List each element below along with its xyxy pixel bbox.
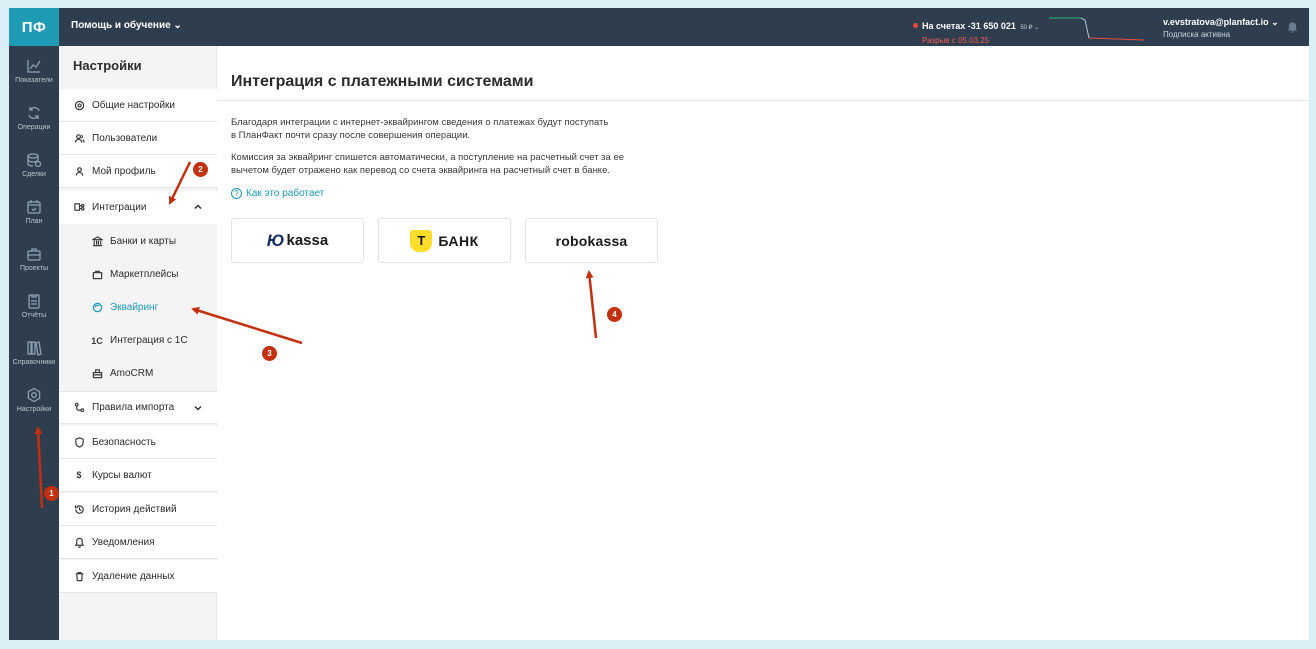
dollar-icon: $: [76, 470, 82, 480]
bell-icon: [74, 537, 84, 548]
intro-paragraph: Благодаря интеграции с интернет-эквайрин…: [231, 117, 609, 141]
bank-icon: [91, 236, 103, 247]
left-rail: ПФ Показатели Операции Сделки План Проек…: [9, 8, 59, 640]
bell-icon[interactable]: [1286, 21, 1299, 34]
app-window: ПФ Показатели Операции Сделки План Проек…: [9, 8, 1309, 640]
gear-icon: [27, 387, 41, 403]
page-title: Интеграция с платежными системами: [231, 73, 534, 90]
annotation-badge-3: 3: [262, 346, 277, 361]
chevron-up-icon[interactable]: [193, 202, 203, 212]
balance-gap: Разрыв с 05.03.25: [922, 36, 990, 45]
tbank-logo-icon: Т: [410, 229, 433, 252]
trash-icon: [75, 571, 83, 581]
nav-item-general[interactable]: Общие настройки: [59, 89, 217, 122]
how-it-works-link[interactable]: ? Как это работает: [231, 188, 324, 199]
rail-item-references[interactable]: Справочники: [9, 336, 59, 380]
users-icon: [74, 133, 85, 143]
annotation-badge-1: 1: [44, 486, 59, 501]
balance-cents: 50 ₽ ⌄: [1020, 25, 1040, 31]
nav-subitem-1c[interactable]: 1С Интеграция с 1С: [59, 324, 217, 357]
nav-item-security[interactable]: Безопасность: [59, 426, 217, 459]
nav-item-import-rules[interactable]: Правила импорта: [59, 391, 217, 424]
coins-icon: [27, 153, 42, 168]
yookassa-logo-icon: Ю: [266, 230, 285, 250]
provider-name: robokassa: [555, 232, 628, 249]
rail-item-operations[interactable]: Операции: [9, 101, 59, 145]
rules-icon: [74, 402, 84, 413]
balance-widget[interactable]: На счетах -31 650 021 50 ₽ ⌄ Разрыв с 05…: [913, 16, 1039, 45]
bag-icon: [92, 270, 102, 280]
provider-name: БАНК: [438, 232, 479, 249]
balance-sparkline: [1049, 17, 1144, 41]
commission-paragraph: Комиссия за эквайринг спишется автоматич…: [231, 152, 625, 176]
nav-item-users[interactable]: Пользователи: [59, 122, 217, 155]
provider-card-robokassa[interactable]: robokassa: [525, 218, 658, 263]
gear-icon: [74, 100, 84, 110]
divider: [217, 100, 1309, 101]
provider-name: kassa: [286, 232, 329, 249]
negative-dot-icon: [913, 23, 918, 28]
calendar-icon: [27, 200, 41, 214]
nav-subitem-acquiring[interactable]: Эквайринг: [59, 291, 217, 324]
amocrm-icon: [92, 369, 102, 379]
subscription-status: Подписка активна: [1163, 30, 1231, 39]
annotation-badge-4: 4: [607, 307, 622, 322]
1c-icon: 1С: [91, 335, 103, 346]
user-email: v.evstratova@planfact.io ⌄: [1163, 17, 1279, 27]
user-menu[interactable]: v.evstratova@planfact.io ⌄ Подписка акти…: [1163, 17, 1279, 39]
nav-subitem-banks[interactable]: Банки и карты: [59, 225, 217, 258]
nav-subitem-marketplaces[interactable]: Маркетплейсы: [59, 258, 217, 291]
rail-item-deals[interactable]: Сделки: [9, 148, 59, 192]
nav-item-delete-data[interactable]: Удаление данных: [59, 560, 217, 593]
rail-item-settings[interactable]: Настройки: [9, 383, 59, 427]
annotation-badge-2: 2: [193, 162, 208, 177]
shield-icon: [74, 436, 84, 448]
settings-nav: Настройки Общие настройки Пользователи М…: [59, 46, 217, 640]
clipboard-icon: [28, 294, 40, 309]
rail-item-reports[interactable]: Отчёты: [9, 289, 59, 333]
nav-subitem-amocrm[interactable]: AmoCRM: [59, 357, 217, 390]
question-icon: ?: [231, 188, 242, 199]
main-content: Интеграция с платежными системами Благод…: [217, 46, 1309, 640]
rail-item-indicators[interactable]: Показатели: [9, 54, 59, 98]
top-bar: Помощь и обучение ⌄ На счетах -31 650 02…: [59, 8, 1309, 46]
nav-item-notifications[interactable]: Уведомления: [59, 526, 217, 559]
nav-item-history[interactable]: История действий: [59, 493, 217, 526]
app-logo[interactable]: ПФ: [9, 8, 59, 46]
chart-line-icon: [27, 60, 41, 73]
briefcase-icon: [27, 248, 41, 261]
nav-item-integrations[interactable]: Интеграции: [59, 191, 217, 224]
refresh-icon: [28, 106, 40, 120]
chevron-down-icon[interactable]: [193, 403, 203, 413]
books-icon: [27, 341, 42, 356]
help-menu[interactable]: Помощь и обучение ⌄: [71, 20, 182, 31]
rail-item-projects[interactable]: Проекты: [9, 242, 59, 286]
history-icon: [74, 504, 84, 514]
user-icon: [75, 166, 83, 176]
integrations-icon: [73, 203, 84, 211]
rail-item-plan[interactable]: План: [9, 195, 59, 239]
provider-card-yookassa[interactable]: Ю kassa: [231, 218, 364, 263]
settings-title: Настройки: [73, 58, 142, 73]
provider-card-tbank[interactable]: Т БАНК: [378, 218, 511, 263]
balance-label: На счетах -31 650 021: [922, 21, 1016, 31]
acquiring-icon: [92, 302, 102, 313]
nav-item-currency[interactable]: $ Курсы валют: [59, 459, 217, 492]
